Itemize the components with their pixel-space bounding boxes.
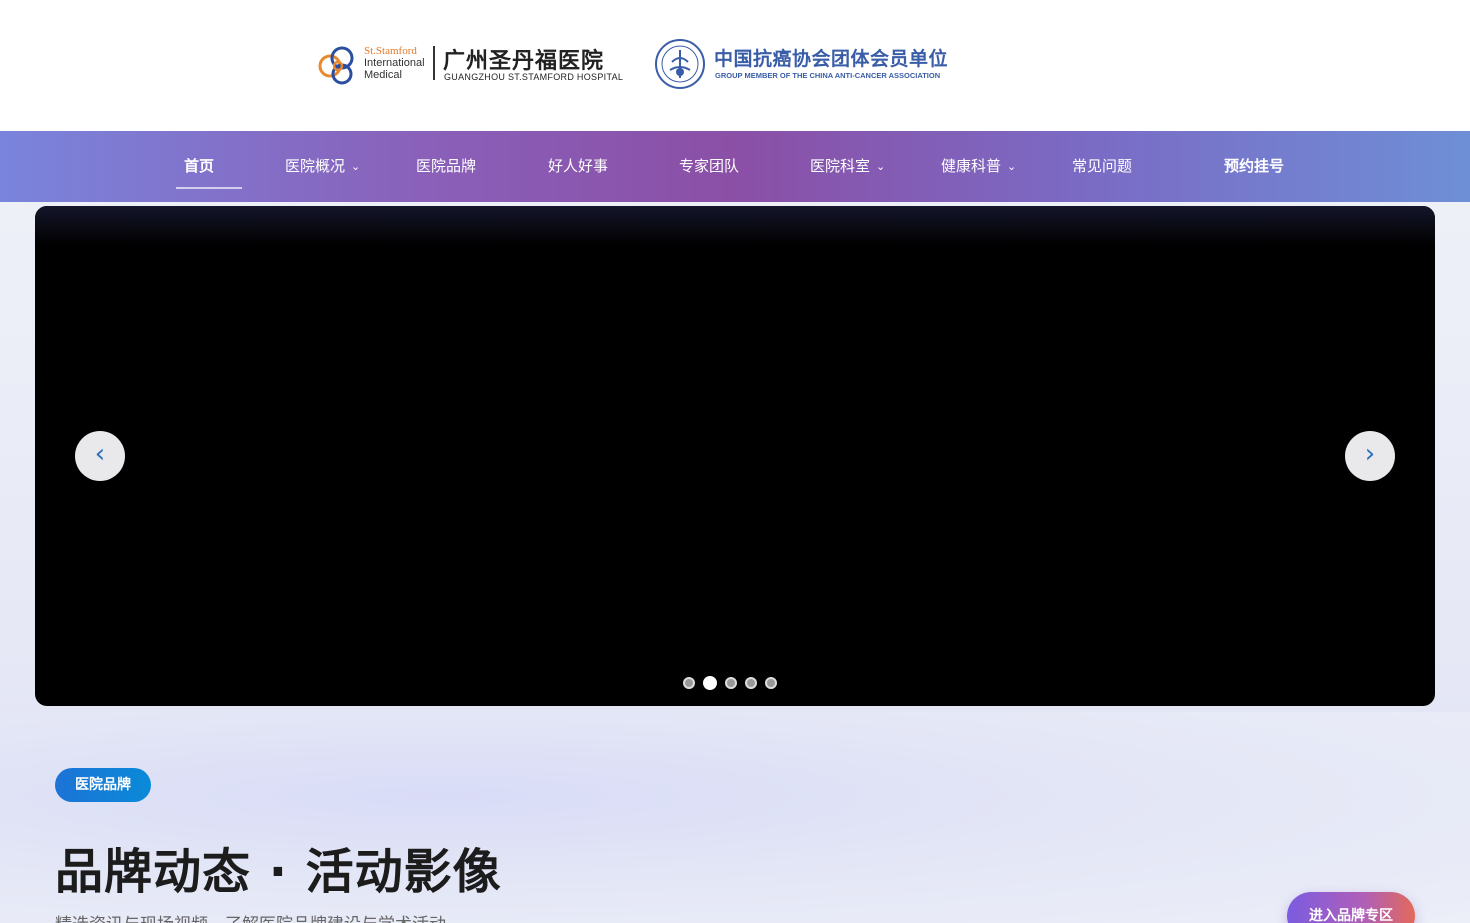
nav-item-label: 预约挂号 xyxy=(1224,157,1285,175)
nav-item-experts[interactable]: 专家团队 xyxy=(679,131,739,202)
enter-brand-zone-button[interactable]: 进入品牌专区 xyxy=(1287,892,1415,923)
chevron-down-icon: ⌄ xyxy=(351,160,361,173)
carousel-prev-button[interactable]: ‹ xyxy=(75,431,125,481)
nav-item-brand[interactable]: 医院品牌 xyxy=(416,131,476,202)
section-subline: 精选资讯与现场视频，了解医院品牌建设与学术活动 xyxy=(55,910,446,923)
active-underline xyxy=(176,187,243,189)
carousel-dot-3[interactable] xyxy=(725,676,737,689)
logo-en-line2: International xyxy=(364,57,425,69)
carousel-next-button[interactable]: › xyxy=(1345,431,1395,481)
nav-item-appointment[interactable]: 预约挂号 xyxy=(1224,131,1284,202)
hospital-name-en: GUANGZHOU ST.STAMFORD HOSPITAL xyxy=(444,72,624,82)
carousel-dot-2[interactable] xyxy=(703,675,717,690)
nav-item-faq[interactable]: 常见问题 xyxy=(1072,131,1132,202)
carousel-dot-4[interactable] xyxy=(745,676,757,689)
logo-en-line3: Medical xyxy=(364,69,402,81)
association-name-cn: 中国抗癌协会团体会员单位 xyxy=(714,48,949,70)
nav-item-label: 医院品牌 xyxy=(416,157,477,175)
carousel-dot-1[interactable] xyxy=(683,676,695,689)
hospital-name-cn: 广州圣丹福医院 xyxy=(443,49,605,74)
logo-en-line1: St.Stamford xyxy=(364,45,417,57)
nav-item-home[interactable]: 首页 xyxy=(176,131,243,202)
carousel-dot-5[interactable] xyxy=(765,676,777,689)
nav-item-label: 首页 xyxy=(184,157,215,175)
logo-divider xyxy=(433,46,435,80)
st-stamford-logo-icon xyxy=(318,46,354,85)
section-headline: 品牌动态 · 活动影像 xyxy=(55,844,502,900)
main-nav: 首页 医院概况 ⌄ 医院品牌 好人好事 专家团队 医院科室 ⌄ 健康科普 ⌄ 常见问题… xyxy=(0,131,1470,202)
association-name-en: GROUP MEMBER OF THE CHINA ANTI-CANCER AS… xyxy=(715,71,941,80)
association-badge: 中国抗癌协会团体会员单位 GROUP MEMBER OF THE CHINA A… xyxy=(654,38,954,92)
logo-english-text: St.Stamford International Medical xyxy=(364,45,425,81)
nav-item-label: 医院概况 xyxy=(285,157,346,175)
nav-item-label: 专家团队 xyxy=(679,157,740,175)
nav-item-label: 健康科普 xyxy=(941,157,1002,175)
hospital-logo[interactable]: St.Stamford International Medical 广州圣丹福医… xyxy=(316,40,636,90)
nav-item-label: 医院科室 xyxy=(810,157,871,175)
nav-item-good-deeds[interactable]: 好人好事 xyxy=(548,131,608,202)
carousel-pagination xyxy=(683,672,785,690)
nav-item-label: 好人好事 xyxy=(548,157,609,175)
site-header: St.Stamford International Medical 广州圣丹福医… xyxy=(0,0,1470,131)
hero-carousel[interactable]: ‹ › xyxy=(35,206,1435,706)
chevron-down-icon: ⌄ xyxy=(1007,160,1017,173)
nav-item-health-science[interactable]: 健康科普 ⌄ xyxy=(941,131,1016,202)
chevron-left-icon: ‹ xyxy=(94,439,106,469)
chevron-down-icon: ⌄ xyxy=(876,160,886,173)
nav-item-departments[interactable]: 医院科室 ⌄ xyxy=(810,131,885,202)
nav-item-label: 常见问题 xyxy=(1072,157,1133,175)
carousel-top-fade xyxy=(35,206,1435,246)
association-seal-icon xyxy=(655,39,705,89)
nav-item-overview[interactable]: 医院概况 ⌄ xyxy=(285,131,360,202)
chevron-right-icon: › xyxy=(1364,439,1376,469)
section-tag: 医院品牌 xyxy=(55,768,151,802)
